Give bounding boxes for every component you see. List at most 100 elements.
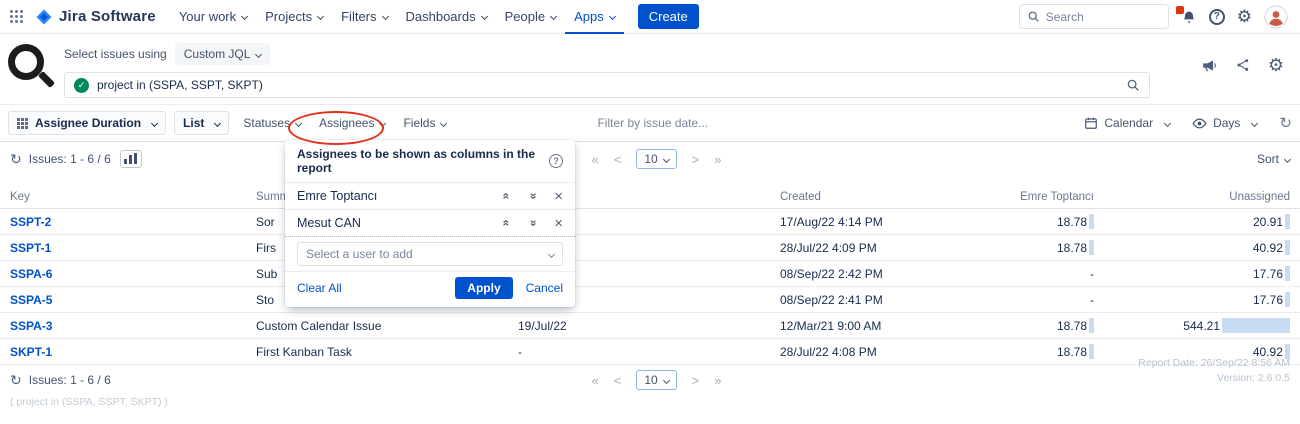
chevron-down-icon (548, 250, 555, 257)
emre-duration-cell: 18.78 (972, 313, 1102, 339)
last-page-button[interactable]: » (714, 152, 721, 167)
select-issues-label: Select issues using (64, 47, 167, 61)
jql-search-icon[interactable] (1126, 78, 1140, 92)
jql-note: ( project in (SSPA, SSPT, SKPT) ) (10, 396, 168, 408)
query-mode-button[interactable]: Custom JQL (175, 43, 271, 65)
created-cell: 17/Aug/22 4:14 PM (772, 209, 972, 235)
move-bottom-icon[interactable]: « (526, 220, 538, 227)
reload-issues-icon[interactable]: ↻ (10, 152, 22, 166)
unassigned-duration-cell: 17.76 (1102, 261, 1300, 287)
app-switcher-icon[interactable] (10, 10, 23, 23)
move-top-icon[interactable]: « (500, 220, 512, 227)
unassigned-duration-cell: 17.76 (1102, 287, 1300, 313)
nav-item-people[interactable]: People (496, 0, 565, 34)
column-header-emre-toptancı: Emre Toptancı (972, 186, 1102, 209)
chevron-down-icon (1284, 155, 1291, 162)
help-icon[interactable]: ? (1209, 9, 1225, 25)
unassigned-duration-cell: 40.92 (1102, 235, 1300, 261)
announcements-megaphone-icon[interactable] (1201, 57, 1218, 74)
jql-valid-check-icon: ✓ (74, 78, 89, 93)
chevron-down-icon (550, 13, 557, 20)
cancel-link[interactable]: Cancel (526, 281, 563, 295)
app-logo-magnifier-icon (8, 44, 60, 96)
user-avatar[interactable] (1264, 5, 1288, 29)
nav-item-your-work[interactable]: Your work (170, 0, 256, 34)
report-type-button[interactable]: Assignee Duration (8, 111, 166, 135)
share-icon[interactable] (1235, 57, 1251, 73)
last-page-button[interactable]: » (714, 373, 721, 388)
panel-title: Assignees to be shown as columns in the … (297, 147, 549, 175)
remove-assignee-icon[interactable]: × (554, 189, 563, 204)
key-cell: SSPA-3 (0, 313, 248, 339)
remove-assignee-icon[interactable]: × (554, 216, 563, 231)
prev-page-button[interactable]: < (614, 152, 622, 167)
top-navigation: Jira Software Your workProjectsFiltersDa… (0, 0, 1300, 34)
apply-button[interactable]: Apply (455, 277, 512, 299)
issue-key-link[interactable]: SSPT-1 (10, 241, 51, 255)
first-page-button[interactable]: « (591, 152, 598, 167)
chevron-down-icon (609, 13, 616, 20)
page-size-select[interactable]: 10 (636, 370, 676, 390)
assignees-dropdown-panel: Assignees to be shown as columns in the … (285, 140, 575, 307)
assignee-row: Emre Toptancı««× (285, 183, 575, 210)
settings-gear-icon[interactable]: ⚙ (1237, 8, 1252, 25)
jira-logo[interactable]: Jira Software (35, 8, 156, 26)
next-page-button[interactable]: > (692, 152, 700, 167)
key-cell: SSPT-1 (0, 235, 248, 261)
clear-all-link[interactable]: Clear All (297, 281, 342, 295)
issue-key-link[interactable]: SSPA-5 (10, 293, 52, 307)
issue-key-link[interactable]: SSPA-6 (10, 267, 52, 281)
column-header-unassigned: Unassigned (1102, 186, 1300, 209)
nav-item-filters[interactable]: Filters (332, 0, 396, 34)
report-settings-gear-icon[interactable]: ⚙ (1268, 56, 1284, 74)
duration-bar (1285, 266, 1290, 281)
nav-item-apps[interactable]: Apps (565, 0, 624, 34)
issues-summary-bar-bottom: ↻ Issues: 1 - 6 / 6 « < 10 > » (0, 365, 1300, 395)
table-row: SSPT-1Firs28/Jul/22 4:09 PM18.7840.92 (0, 235, 1300, 261)
view-selector-button[interactable]: List (174, 111, 229, 135)
report-header-actions: ⚙ (1201, 56, 1284, 74)
global-search[interactable] (1019, 4, 1169, 29)
jql-input[interactable]: ✓ project in (SSPA, SSPT, SKPT) (64, 72, 1150, 98)
grid-icon (17, 118, 28, 129)
reload-issues-icon[interactable]: ↻ (10, 373, 22, 387)
issue-date-filter-input[interactable] (597, 116, 797, 130)
table-row: SSPA-5Sto08/Sep/22 2:41 PM-17.76 (0, 287, 1300, 313)
toolbar-right: Calendar Days ↻ (1084, 116, 1292, 131)
calendar-view-button[interactable]: Calendar (1084, 116, 1170, 130)
panel-help-icon[interactable]: ? (549, 154, 563, 168)
days-unit-button[interactable]: Days (1192, 116, 1257, 131)
create-button[interactable]: Create (638, 4, 699, 29)
issue-key-link[interactable]: SKPT-1 (10, 345, 52, 359)
report-toolbar: Assignee Duration List Statuses Assignees… (0, 104, 1300, 142)
move-top-icon[interactable]: « (500, 193, 512, 200)
notifications-bell-icon[interactable] (1181, 9, 1197, 25)
nav-item-projects[interactable]: Projects (256, 0, 332, 34)
first-page-button[interactable]: « (591, 373, 598, 388)
assignee-name: Mesut CAN (297, 216, 484, 230)
chevron-down-icon (663, 376, 670, 383)
filter-fields-button[interactable]: Fields (397, 112, 452, 134)
jql-query-text: project in (SSPA, SSPT, SKPT) (97, 78, 1118, 92)
pagination-bottom: « < 10 > » (591, 370, 721, 390)
summary-cell: Custom Calendar Issue (248, 313, 510, 339)
filter-statuses-button[interactable]: Statuses (237, 112, 307, 134)
sort-button[interactable]: Sort (1257, 152, 1290, 166)
search-input[interactable] (1046, 10, 1161, 24)
move-bottom-icon[interactable]: « (526, 193, 538, 200)
summary-cell: First Kanban Task (248, 339, 510, 365)
nav-item-dashboards[interactable]: Dashboards (397, 0, 496, 34)
filter-assignees-button[interactable]: Assignees (313, 112, 391, 134)
chart-view-button[interactable] (120, 150, 142, 168)
issue-key-link[interactable]: SSPA-3 (10, 319, 52, 333)
nav-items: Your workProjectsFiltersDashboardsPeople… (170, 0, 624, 34)
prev-page-button[interactable]: < (614, 373, 622, 388)
issue-key-link[interactable]: SSPT-2 (10, 215, 51, 229)
table-row: SSPA-6Sub08/Sep/22 2:42 PM-17.76 (0, 261, 1300, 287)
add-user-select[interactable]: Select a user to add (297, 242, 563, 266)
duration-bar (1089, 344, 1094, 359)
next-page-button[interactable]: > (692, 373, 700, 388)
sync-refresh-icon[interactable]: ↻ (1279, 116, 1292, 131)
assignee-row: Mesut CAN « « × (285, 210, 575, 237)
page-size-select[interactable]: 10 (636, 149, 676, 169)
